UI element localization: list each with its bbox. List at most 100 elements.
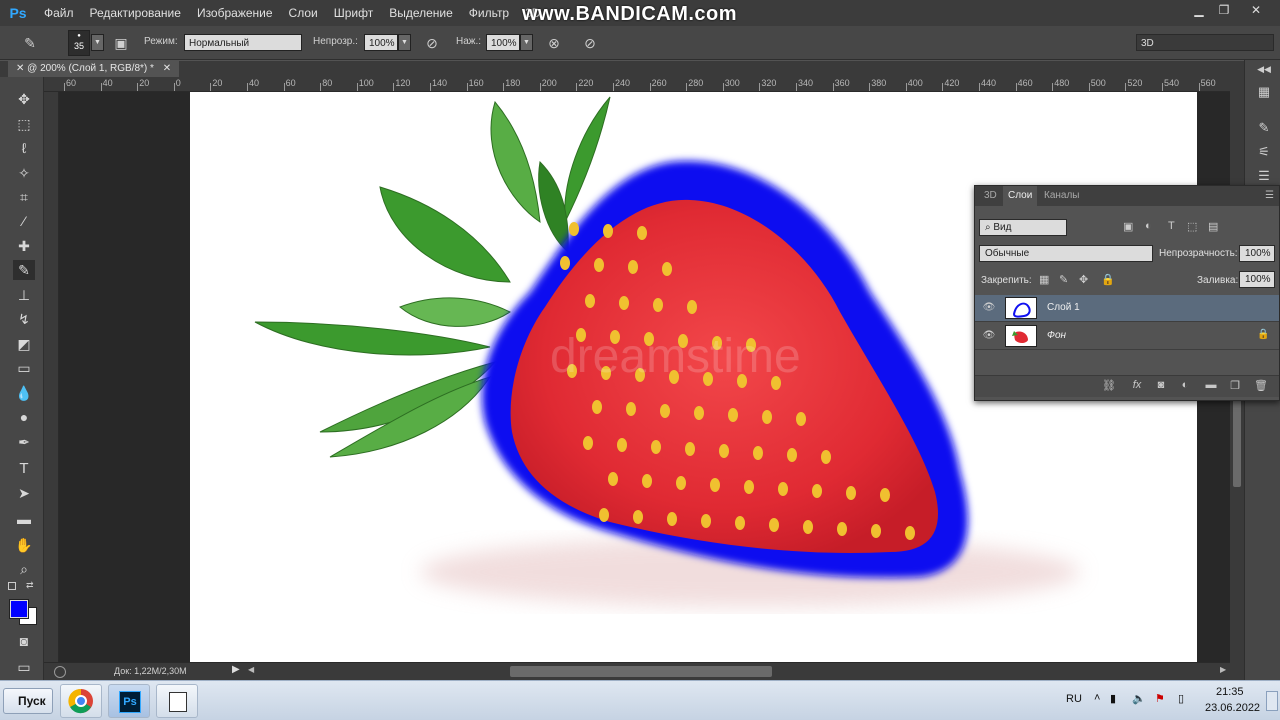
workspace-select[interactable]: 3D bbox=[1136, 34, 1274, 51]
tab-3d[interactable]: 3D bbox=[979, 186, 1002, 206]
zoom-level-icon[interactable] bbox=[54, 666, 66, 678]
gradient-tool-icon[interactable]: ▭ bbox=[13, 358, 35, 378]
photoshop-taskbar-button[interactable]: Ps bbox=[108, 684, 150, 718]
healing-brush-tool-icon[interactable]: ✚ bbox=[13, 236, 35, 256]
battery-icon[interactable]: ▯ bbox=[1178, 692, 1184, 705]
blend-mode-select[interactable]: Обычные bbox=[979, 245, 1153, 262]
zoom-tool-icon[interactable]: ⌕ bbox=[13, 559, 35, 579]
marquee-tool-icon[interactable]: ⬚ bbox=[13, 114, 35, 134]
layer-opacity-input[interactable]: 100% bbox=[1239, 245, 1275, 262]
show-hidden-icons[interactable]: ˄ bbox=[1094, 692, 1100, 704]
close-icon[interactable]: ✕ bbox=[1244, 2, 1268, 18]
layer-filter-select[interactable]: ⌕ Вид bbox=[979, 219, 1067, 236]
lock-transparency-icon[interactable]: ▦ bbox=[1039, 273, 1049, 286]
opacity-dropdown[interactable]: ▼ bbox=[398, 34, 411, 51]
clock-time[interactable]: 21:35 bbox=[1216, 686, 1244, 698]
swap-colors-icon[interactable]: ⇄ bbox=[26, 580, 34, 591]
rectangle-tool-icon[interactable]: ▬ bbox=[13, 509, 35, 529]
chrome-taskbar-button[interactable] bbox=[60, 684, 102, 718]
move-tool-icon[interactable]: ✥ bbox=[13, 89, 35, 109]
stamp-tool-icon[interactable]: ⊥ bbox=[13, 285, 35, 305]
lock-all-icon[interactable]: 🔒 bbox=[1101, 273, 1115, 286]
menu-edit[interactable]: Редактирование bbox=[82, 6, 189, 20]
lasso-tool-icon[interactable]: ℓ bbox=[13, 138, 35, 158]
menu-type[interactable]: Шрифт bbox=[326, 6, 381, 20]
panel-menu-icon[interactable]: ☰ bbox=[1265, 190, 1274, 201]
brush-size-picker[interactable]: ● 35 bbox=[68, 30, 90, 56]
app-taskbar-button[interactable] bbox=[156, 684, 198, 718]
menu-image[interactable]: Изображение bbox=[189, 6, 281, 20]
adjustments-panel-icon[interactable]: ⚟ bbox=[1255, 144, 1273, 162]
new-layer-icon[interactable]: ❐ bbox=[1227, 379, 1243, 395]
quick-mask-icon[interactable]: ◙ bbox=[13, 631, 35, 651]
minimize-icon[interactable]: ▁ bbox=[1187, 2, 1211, 18]
foreground-color-swatch[interactable] bbox=[9, 599, 29, 619]
screen-mode-icon[interactable]: ▭ bbox=[13, 657, 35, 677]
volume-icon[interactable]: 🔈 bbox=[1132, 692, 1146, 705]
brush-tool-preset-icon[interactable]: ✎ bbox=[20, 33, 40, 53]
restore-icon[interactable]: ❐ bbox=[1212, 2, 1236, 18]
layer-row[interactable]: 👁 Слой 1 bbox=[975, 295, 1279, 322]
show-desktop-button[interactable] bbox=[1266, 691, 1278, 711]
menu-layers[interactable]: Слои bbox=[281, 6, 326, 20]
collapse-panels-icon[interactable]: ◀◀ bbox=[1255, 64, 1273, 82]
menu-file[interactable]: Файл bbox=[36, 6, 82, 20]
layer-row[interactable]: 👁 Фон 🔒 bbox=[975, 323, 1279, 350]
tab-layers[interactable]: Слои bbox=[1003, 186, 1038, 206]
adjustment-layer-icon[interactable]: ◐ bbox=[1177, 379, 1193, 395]
history-brush-tool-icon[interactable]: ↯ bbox=[13, 309, 35, 329]
brush-panel-icon[interactable]: ▣ bbox=[111, 33, 131, 53]
mode-select[interactable]: Нормальный bbox=[184, 34, 302, 51]
scroll-left-icon[interactable]: ◀ bbox=[248, 665, 254, 674]
flow-input[interactable]: 100% bbox=[486, 34, 520, 51]
filter-smart-object-icon[interactable]: ▤ bbox=[1208, 220, 1218, 233]
pen-tool-icon[interactable]: ✒ bbox=[13, 432, 35, 452]
chevron-down-icon[interactable]: ▼ bbox=[91, 34, 104, 51]
close-icon[interactable]: ✕ bbox=[163, 63, 171, 74]
layer-style-icon[interactable]: fx bbox=[1129, 379, 1145, 395]
brush-panel-icon[interactable]: ✎ bbox=[1255, 120, 1273, 138]
new-group-icon[interactable]: ▬ bbox=[1203, 379, 1219, 395]
flow-dropdown[interactable]: ▼ bbox=[520, 34, 533, 51]
add-mask-icon[interactable]: ◙ bbox=[1153, 379, 1169, 395]
eye-icon[interactable]: 👁 bbox=[981, 328, 997, 344]
pen-pressure-size-icon[interactable]: ⊘ bbox=[580, 33, 600, 53]
layer-fill-input[interactable]: 100% bbox=[1239, 271, 1275, 288]
eyedropper-tool-icon[interactable]: ⁄ bbox=[13, 211, 35, 231]
magic-wand-tool-icon[interactable]: ✧ bbox=[13, 163, 35, 183]
dodge-tool-icon[interactable]: ● bbox=[13, 407, 35, 427]
filter-pixel-icon[interactable]: ▣ bbox=[1123, 220, 1133, 233]
horizontal-scrollbar-thumb[interactable] bbox=[510, 666, 772, 677]
scroll-right-icon[interactable]: ▶ bbox=[1220, 665, 1226, 674]
eye-icon[interactable]: 👁 bbox=[981, 300, 997, 316]
start-button[interactable]: Пуск bbox=[3, 688, 53, 714]
layer-name[interactable]: Фон bbox=[1047, 330, 1066, 341]
filter-adjustment-icon[interactable]: ◐ bbox=[1145, 220, 1152, 232]
brush-tool-icon[interactable]: ✎ bbox=[13, 260, 35, 280]
tab-close-icon[interactable]: ✕ bbox=[16, 63, 27, 74]
clock-date[interactable]: 23.06.2022 bbox=[1205, 702, 1260, 714]
filter-type-icon[interactable]: T bbox=[1168, 220, 1175, 232]
language-indicator[interactable]: RU bbox=[1066, 693, 1082, 705]
delete-layer-icon[interactable]: 🗑 bbox=[1253, 379, 1269, 395]
path-selection-tool-icon[interactable]: ➤ bbox=[13, 483, 35, 503]
default-colors-icon[interactable] bbox=[8, 582, 16, 590]
lock-image-icon[interactable]: ✎ bbox=[1059, 273, 1068, 286]
link-layers-icon[interactable]: ⛓ bbox=[1101, 379, 1117, 395]
opacity-input[interactable]: 100% bbox=[364, 34, 398, 51]
filter-shape-icon[interactable]: ⬚ bbox=[1187, 220, 1197, 233]
airbrush-icon[interactable]: ⊗ bbox=[544, 33, 564, 53]
layer-name[interactable]: Слой 1 bbox=[1047, 302, 1080, 313]
network-icon[interactable]: ▮ bbox=[1110, 692, 1116, 705]
tab-channels[interactable]: Каналы bbox=[1039, 186, 1085, 206]
action-center-icon[interactable]: ⚑ bbox=[1155, 692, 1165, 705]
history-panel-icon[interactable]: ▦ bbox=[1255, 84, 1273, 102]
lock-position-icon[interactable]: ✥ bbox=[1079, 273, 1088, 286]
crop-tool-icon[interactable]: ⌗ bbox=[13, 187, 35, 207]
eraser-tool-icon[interactable]: ◩ bbox=[13, 334, 35, 354]
menu-filter[interactable]: Фильтр bbox=[461, 6, 517, 20]
document-tab[interactable]: ✕ @ 200% (Слой 1, RGB/8*) * ✕ bbox=[8, 61, 180, 77]
blur-tool-icon[interactable]: 💧 bbox=[13, 383, 35, 403]
properties-panel-icon[interactable]: ☰ bbox=[1255, 168, 1273, 186]
menu-select[interactable]: Выделение bbox=[381, 6, 461, 20]
